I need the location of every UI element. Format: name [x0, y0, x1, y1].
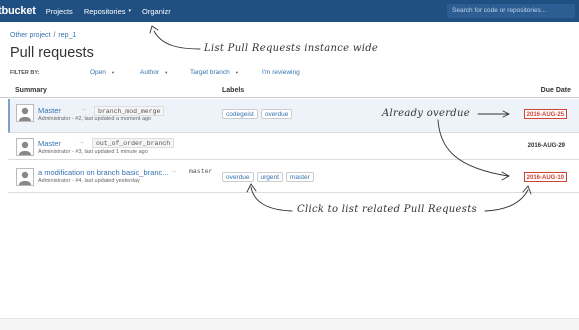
annotation-arrow-organizr [153, 30, 201, 50]
annotation-list-instance: List Pull Requests instance wide [204, 43, 379, 54]
annotation-already-overdue: Already overdue [382, 108, 470, 119]
annotation-arrow-labels-right [484, 189, 529, 212]
annotation-arrow-labels [250, 186, 293, 212]
annotation-arrowhead [149, 25, 159, 34]
annotation-click-related: Click to list related Pull Requests [297, 204, 477, 215]
annotation-arrowhead [522, 185, 532, 195]
footer-bar [0, 318, 579, 330]
annotation-arrow-due-3 [437, 119, 509, 177]
